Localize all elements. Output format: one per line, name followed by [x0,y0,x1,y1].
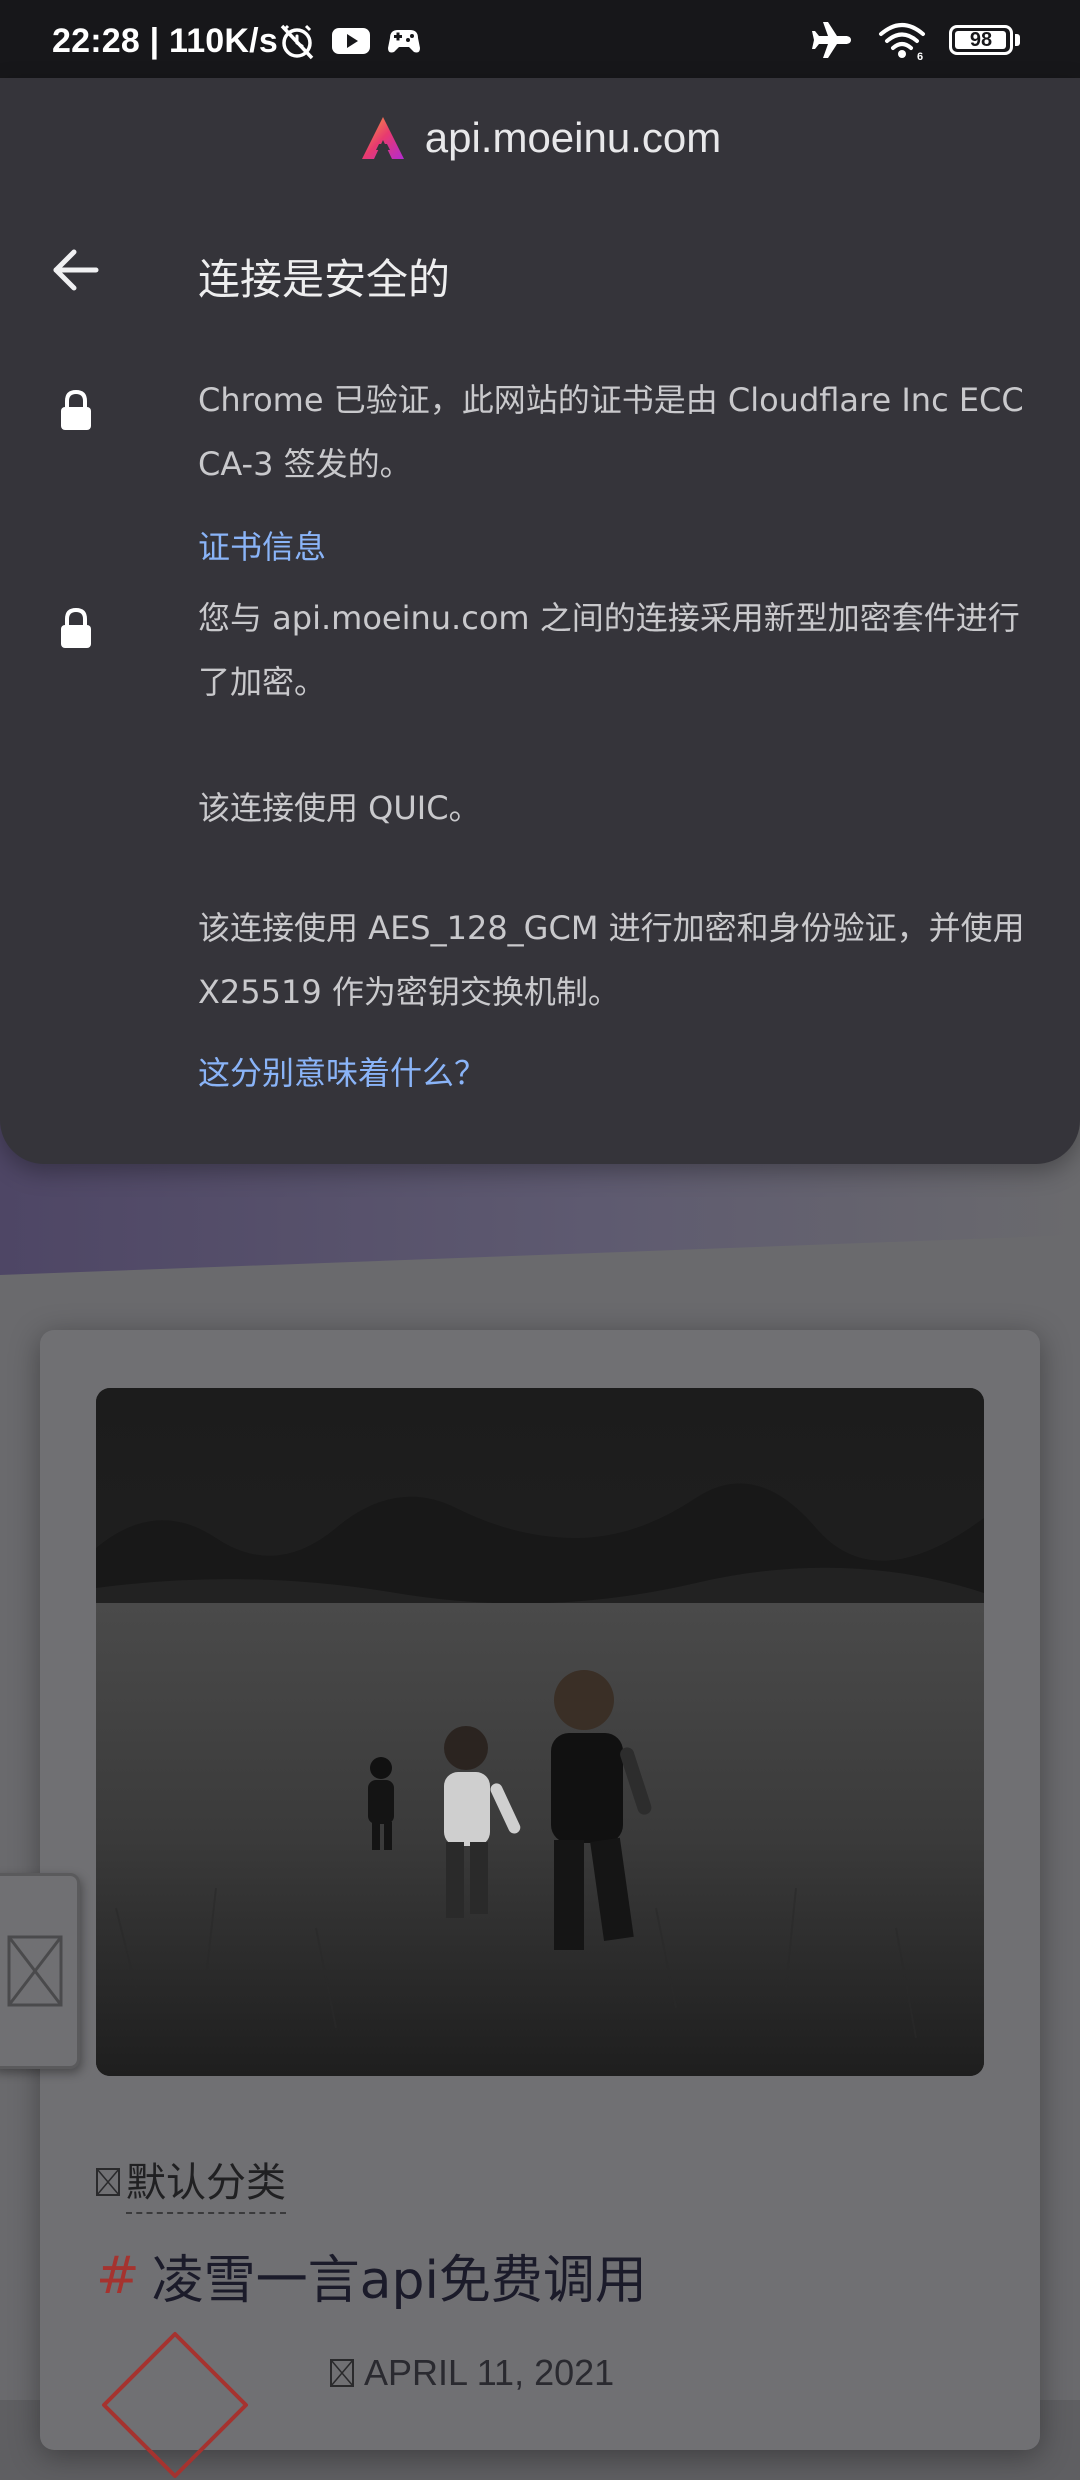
sheet-title: 连接是安全的 [198,255,451,304]
airplane-mode-icon [812,22,851,58]
category-label[interactable]: 默认分类 [126,2150,286,2214]
back-arrow-icon[interactable] [48,242,104,298]
wifi-icon: 6 [879,23,925,60]
status-icons-right: 6 98 [811,20,1020,60]
post-thumbnail [102,2332,248,2478]
post-category[interactable]: 默认分类 [96,2150,286,2214]
site-logo-icon [361,117,404,159]
lock-icon [61,607,91,648]
status-bar: 22:28 | 110K/s 6 98 [0,0,1080,78]
post-cover-image[interactable] [96,1388,984,2076]
meaning-link[interactable]: 这分别意味着什么？ [198,1048,486,1094]
post-date-text: APRIL 11, 2021 [364,2352,615,2393]
folder-icon [96,2168,120,2196]
encryption-text: 您与 api.moeinu.com 之间的连接采用新型加密套件进行了加密。 [198,599,1020,701]
hash-icon: # [96,2245,140,2306]
svg-text:6: 6 [917,51,923,60]
status-icons-left [276,20,424,62]
alarm-off-icon [280,24,314,60]
post-date: APRIL 11, 2021 [330,2352,614,2394]
certificate-text: Chrome 已验证，此网站的证书是由 Cloudflare Inc ECC C… [198,381,1024,483]
post-title[interactable]: # 凌雪一言api免费调用 [96,2238,647,2313]
certificate-info-link[interactable]: 证书信息 [198,522,326,568]
site-host: api.moeinu.com [424,114,722,161]
game-icon [388,30,420,53]
post-title-text[interactable]: 凌雪一言api免费调用 [152,2238,647,2313]
quic-text: 该连接使用 QUIC。 [198,789,481,827]
youtube-icon [332,28,370,54]
side-drawer-tab[interactable] [0,1873,80,2069]
broken-image-icon [7,1935,63,2007]
battery-icon: 98 [949,25,1013,55]
calendar-icon [330,2359,354,2387]
sheet-header: api.moeinu.com [0,114,1080,162]
battery-indicator: 98 [949,25,1020,55]
lock-icon [61,389,91,430]
status-time: 22:28 | 110K/s [52,22,278,60]
connection-info-sheet: api.moeinu.com 连接是安全的 Chrome 已验证，此网站的证书是… [0,78,1080,1164]
cipher-text: 该连接使用 AES_128_GCM 进行加密和身份验证，并使用 X25519 作… [198,909,1025,1011]
battery-level: 98 [969,28,993,51]
